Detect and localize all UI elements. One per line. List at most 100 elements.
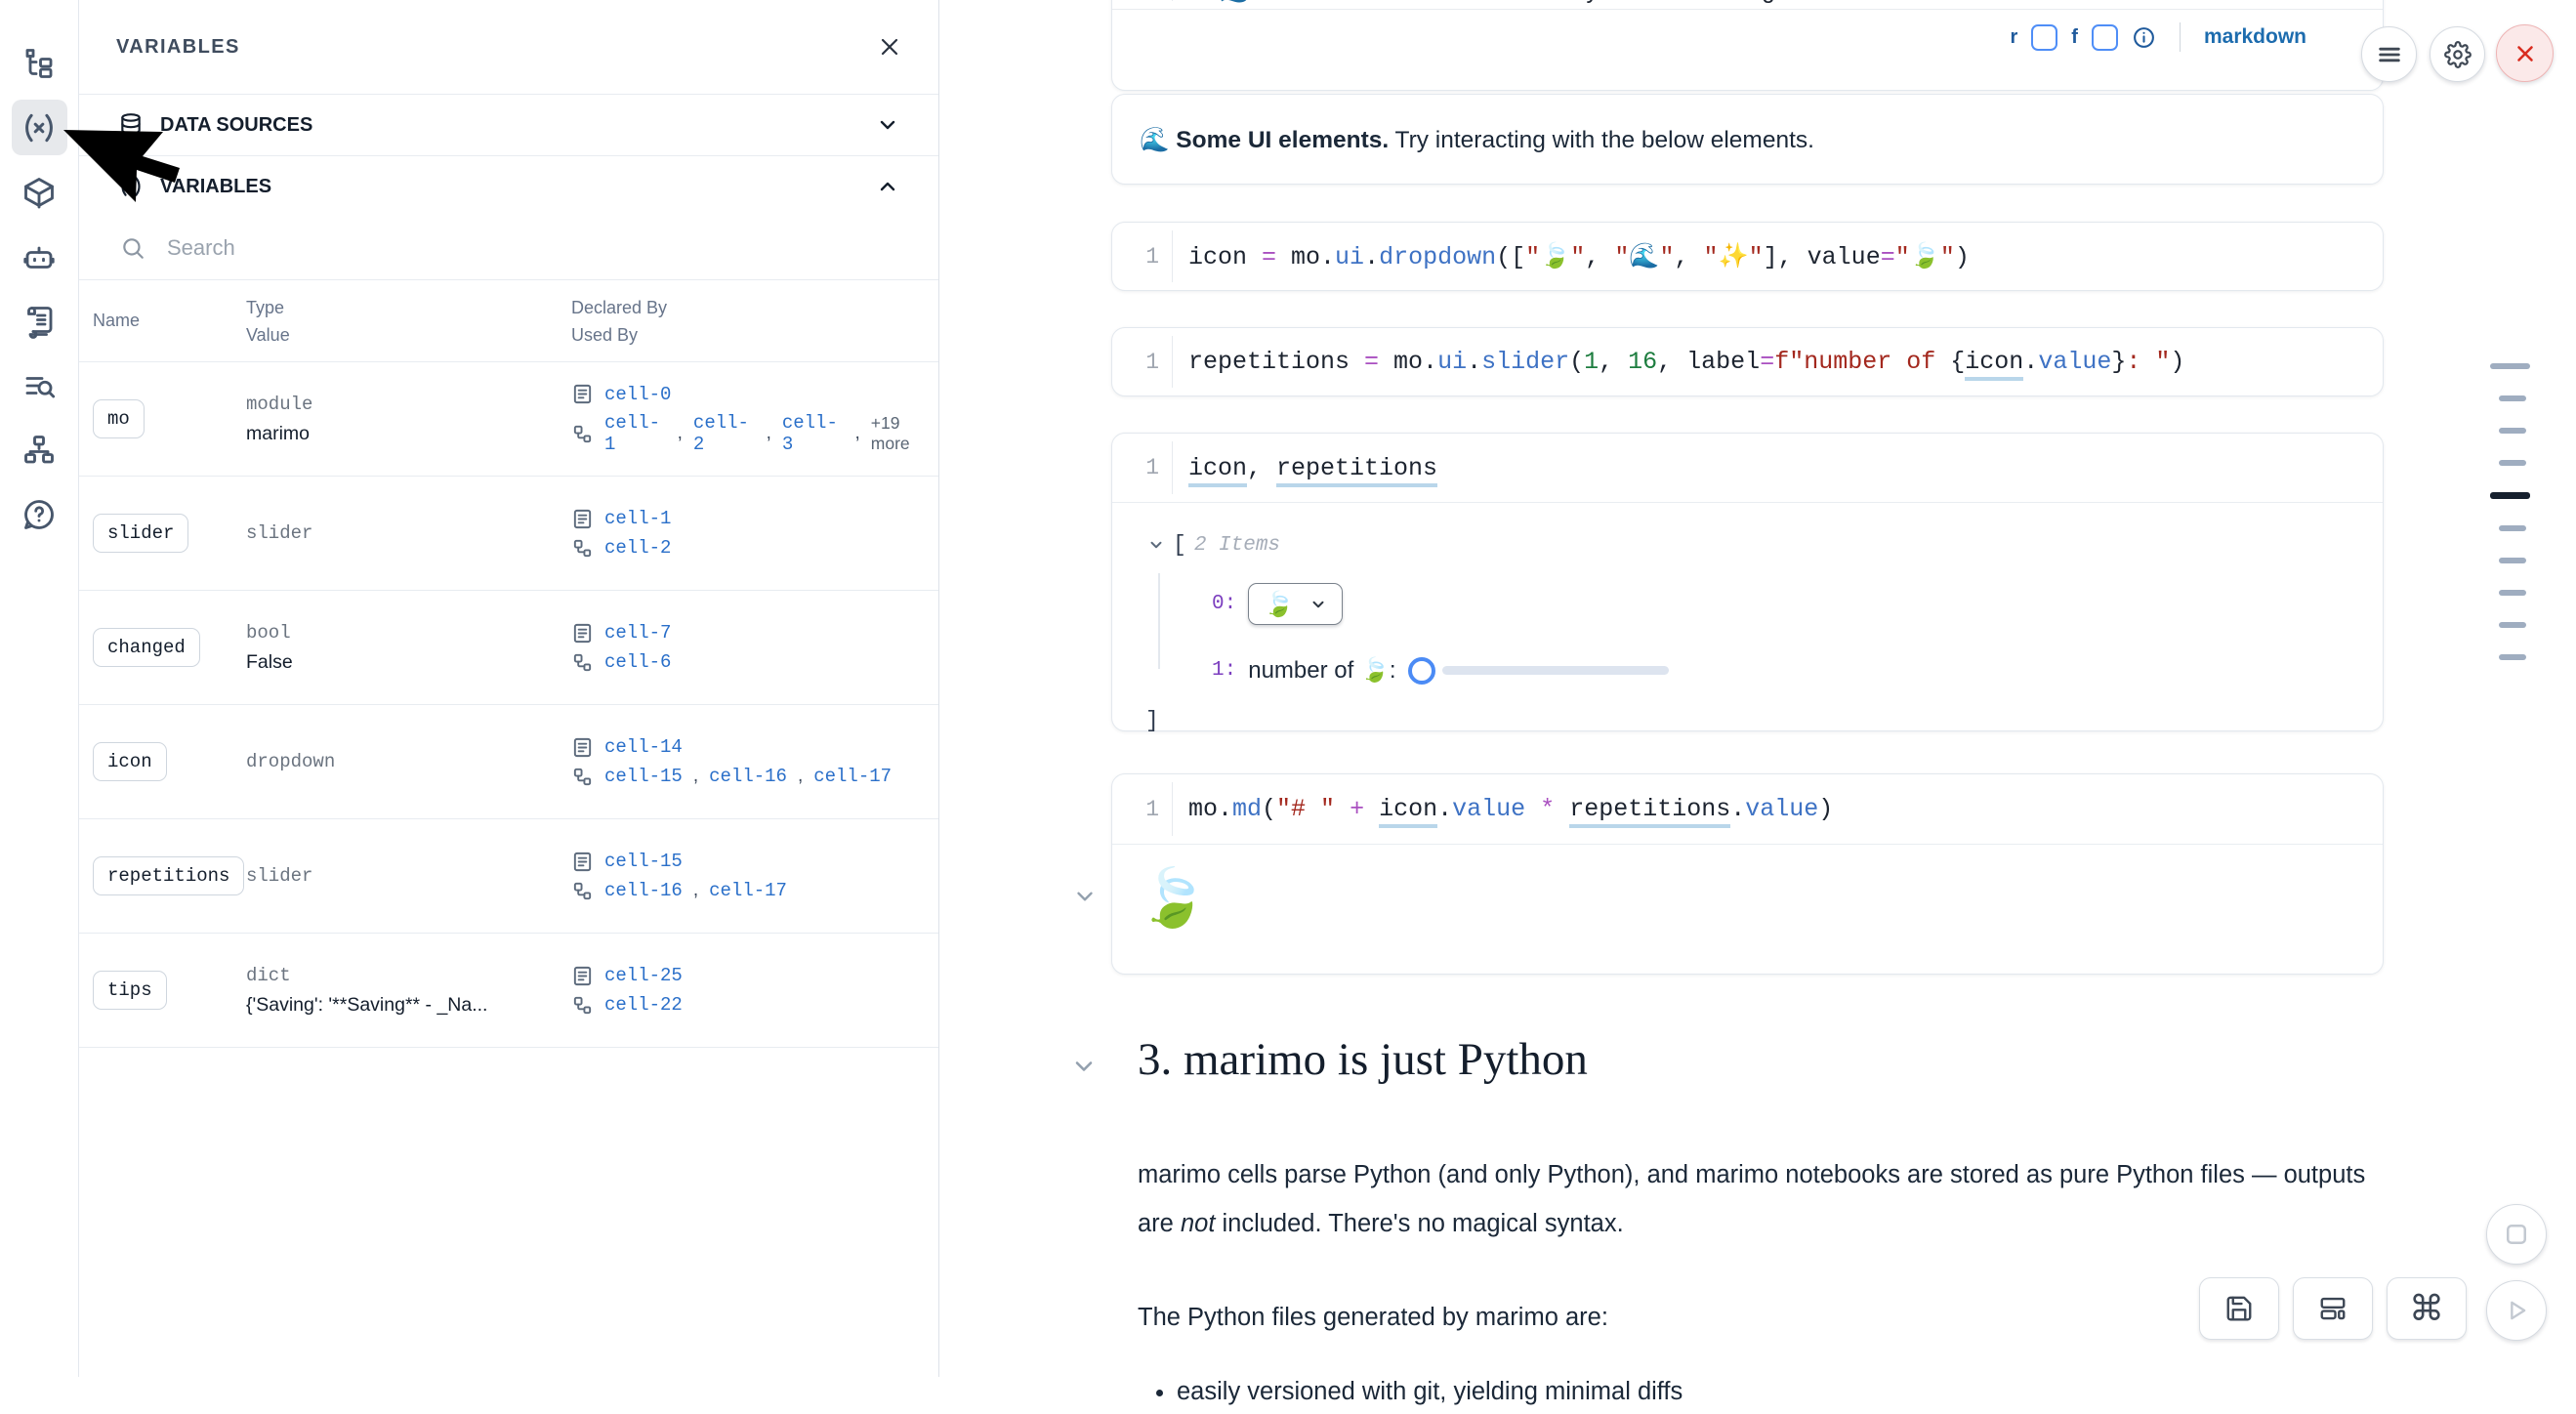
save-button[interactable] [2199,1277,2279,1340]
cell-link[interactable]: cell-1 [604,412,667,455]
bullet-item: easily versioned with git, yielding mini… [1177,1369,2386,1414]
save-icon [2224,1294,2254,1323]
code-editor[interactable]: 1 icon, repetitions [1112,434,2383,503]
run-toggle-checkbox[interactable] [2031,24,2057,51]
cell-md-concat: 1 mo.md("# " + icon.value * repetitions.… [1111,773,2384,975]
cell-link[interactable]: cell-2 [604,537,671,559]
icon-dropdown-select[interactable]: 🍃 [1248,583,1343,625]
variable-name-badge[interactable]: tips [93,971,167,1010]
cell-link[interactable]: cell-0 [604,384,671,405]
line-number: 1 [1112,244,1172,270]
cell-link[interactable]: cell-2 [693,412,756,455]
variables-table-body: momodulemarimocell-0cell-1, cell-2, cell… [79,362,938,1048]
variable-type: dict [246,965,571,986]
code-line: mo.md("# " + icon.value * repetitions.va… [1173,795,1833,823]
variable-name-badge[interactable]: icon [93,742,167,781]
cell-link[interactable]: cell-3 [782,412,845,455]
declared-by-icon [571,383,594,405]
variable-row: momodulemarimocell-0cell-1, cell-2, cell… [79,362,938,477]
cell-link[interactable]: cell-22 [604,994,683,1016]
tree-output: [ 2 Items 0: 🍃 1: number of 🍃: ] [1112,503,2383,733]
cell-link[interactable]: cell-16 [604,880,683,901]
sidebar-item-help[interactable] [12,486,67,542]
collapse-chevron-icon[interactable] [1147,536,1165,554]
cell-link[interactable]: cell-14 [604,736,683,758]
code-editor[interactable]: 1 **🌊 Some UI elements.** Try interactin… [1112,0,2383,9]
minimap-cell-marker[interactable] [2490,363,2530,369]
sidebar-item-ai-assistant[interactable] [12,229,67,284]
used-by-icon [571,994,594,1017]
search-input[interactable] [165,234,755,262]
cell-link[interactable]: cell-6 [604,651,671,673]
stop-button[interactable] [2486,1204,2547,1265]
cell-link[interactable]: cell-16 [709,766,787,787]
sidebar-item-file-explorer[interactable] [12,35,67,91]
variable-name-badge[interactable]: slider [93,514,188,553]
command-icon: ⌘ [2409,1289,2444,1329]
minimap-cell-marker[interactable] [2499,622,2526,628]
stop-square-icon [2502,1220,2531,1249]
slider-track[interactable] [1442,666,1669,675]
format-shortcut-label: f [2071,26,2078,49]
cell-link[interactable]: cell-25 [604,965,683,986]
sidebar-item-snippets[interactable] [12,357,67,413]
minimap-cell-marker[interactable] [2499,460,2526,466]
cell-link[interactable]: cell-15 [604,851,683,872]
language-toggle[interactable]: markdown [2204,25,2306,49]
cell-link[interactable]: cell-17 [709,880,787,901]
cell-collapse-chevron-icon[interactable] [1072,884,1098,909]
shortcuts-button[interactable]: ⌘ [2387,1277,2467,1340]
cell-slider-def[interactable]: 1 repetitions = mo.ui.slider(1, 16, labe… [1111,327,2384,396]
shutdown-button[interactable] [2496,24,2554,82]
items-count-label: 2 Items [1194,534,1280,557]
more-cells-label[interactable]: +19 more [871,413,938,454]
run-all-button[interactable] [2486,1280,2547,1341]
run-shortcut-label: r [2011,26,2018,49]
variable-name-badge[interactable]: repetitions [93,856,244,895]
slider-label: number of 🍃: [1248,656,1395,685]
variable-row: sliderslidercell-1cell-2 [79,477,938,591]
sidebar-item-packages[interactable] [12,164,67,220]
minimap-cell-marker[interactable] [2499,428,2526,434]
search-icon [120,235,145,261]
info-icon[interactable] [2132,25,2156,50]
variable-name-badge[interactable]: changed [93,628,200,667]
variable-name-badge[interactable]: mo [93,399,145,438]
declared-by-icon [571,851,594,873]
minimap-cell-marker[interactable] [2499,558,2526,563]
sidebar-item-logs[interactable] [12,293,67,349]
markdown-section: 3. marimo is just Python marimo cells pa… [1138,1033,2386,1414]
cell-link[interactable]: cell-17 [813,766,892,787]
slider-knob[interactable] [1408,657,1435,685]
variables-section-header[interactable]: VARIABLES [79,156,938,217]
minimap-cell-marker[interactable] [2490,492,2530,499]
cell-footer: r f markdown [1112,9,2383,64]
format-toggle-checkbox[interactable] [2092,24,2118,51]
cell-markdown-intro: 1 **🌊 Some UI elements.** Try interactin… [1111,0,2384,91]
declared-by-icon [571,736,594,759]
sidebar-item-dependencies[interactable] [12,422,67,478]
section-collapse-chevron-icon[interactable] [1070,1053,1098,1080]
minimap-cell-marker[interactable] [2499,395,2526,401]
layout-button[interactable] [2293,1277,2373,1340]
used-by-icon [571,537,594,560]
cell-link[interactable]: cell-7 [604,622,671,644]
play-icon [2503,1297,2530,1324]
code-editor[interactable]: 1 mo.md("# " + icon.value * repetitions.… [1112,774,2383,845]
close-icon[interactable] [878,35,901,59]
minimap-cell-marker[interactable] [2499,590,2526,596]
data-sources-section-header[interactable]: DATA SOURCES [79,95,938,156]
cell-link[interactable]: cell-15 [604,766,683,787]
section-paragraph-1: marimo cells parse Python (and only Pyth… [1138,1150,2386,1248]
variable-row: repetitionsslidercell-15cell-16, cell-17 [79,819,938,934]
sidebar-item-variables[interactable] [12,100,67,155]
cell-dropdown-def[interactable]: 1 icon = mo.ui.dropdown(["🍃", "🌊", "✨"],… [1111,222,2384,291]
minimap-cell-marker[interactable] [2499,654,2526,660]
minimap-cell-marker[interactable] [2499,525,2526,531]
settings-button[interactable] [2430,26,2485,82]
line-number: 1 [1112,350,1172,375]
item-index: 1: [1212,659,1236,682]
notebook-menu-button[interactable] [2361,26,2417,82]
variables-panel: VARIABLES DATA SOURCES VARIABLES Name [79,0,939,1377]
cell-link[interactable]: cell-1 [604,508,671,529]
